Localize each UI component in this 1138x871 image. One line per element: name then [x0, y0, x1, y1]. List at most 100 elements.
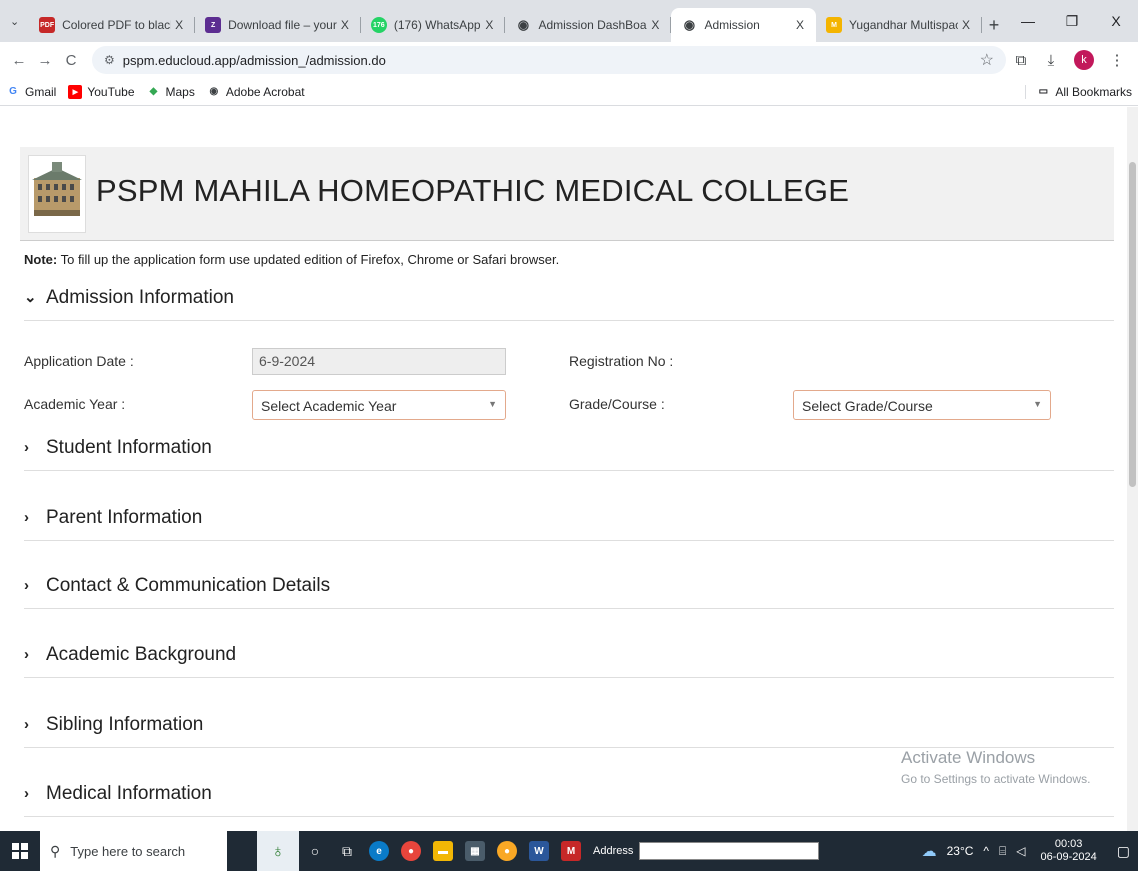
taskbar-file-explorer[interactable]: ▬ [427, 831, 459, 871]
section-sibling-information[interactable]: › Sibling Information [24, 714, 1114, 748]
section-medical-information[interactable]: › Medical Information [24, 783, 1114, 817]
taskbar-mcafee[interactable]: M [555, 831, 587, 871]
close-tab-icon[interactable]: X [481, 18, 497, 32]
window-controls: — ❐ X [1006, 0, 1138, 42]
site-info-icon[interactable]: ⚙ [104, 53, 115, 67]
close-window-button[interactable]: X [1094, 0, 1138, 42]
browser-tab[interactable]: M Yugandhar Multispac X [816, 8, 983, 42]
extensions-icon[interactable]: ⧉ [1006, 46, 1036, 74]
grade-course-selected: Select Grade/Course [802, 398, 933, 414]
chevron-right-icon: › [24, 785, 29, 802]
browser-tab[interactable]: PDF Colored PDF to black X [29, 8, 196, 42]
close-tab-icon[interactable]: X [792, 18, 808, 32]
weather-icon[interactable]: ☁ [922, 842, 937, 860]
taskbar-media[interactable]: ● [491, 831, 523, 871]
windows-start-button[interactable] [0, 831, 40, 871]
section-parent-information[interactable]: › Parent Information [24, 507, 1114, 541]
address-input[interactable] [639, 842, 820, 860]
page-content: PSPM MAHILA HOMEOPATHIC MEDICAL COLLEGE … [0, 107, 1127, 831]
reload-button[interactable]: C [58, 47, 84, 73]
volume-icon[interactable]: ◁ [1016, 844, 1025, 858]
close-tab-icon[interactable]: X [958, 18, 974, 32]
url-text[interactable]: pspm.educloud.app/admission_/admission.d… [123, 53, 980, 68]
network-icon[interactable]: ⌸ [999, 844, 1006, 859]
tab-search-button[interactable]: ⌄ [0, 0, 29, 42]
bookmark-maps[interactable]: ◆ Maps [147, 85, 195, 99]
page-scrollbar[interactable] [1127, 107, 1138, 831]
bookmark-star-icon[interactable]: ☆ [980, 50, 994, 70]
apple-app-icon: ♁ [271, 840, 285, 861]
bookmark-label: Maps [165, 84, 195, 99]
address-bar[interactable]: ⚙ pspm.educloud.app/admission_/admission… [92, 46, 1006, 74]
taskbar-app-apple[interactable]: ♁ [257, 831, 299, 871]
gmail-icon: G [9, 86, 17, 97]
section-title: Medical Information [46, 783, 212, 804]
browser-toolbar: ← → C ⚙ pspm.educloud.app/admission_/adm… [0, 42, 1138, 78]
section-title: Parent Information [46, 507, 203, 528]
taskbar-word[interactable]: W [523, 831, 555, 871]
note-label: Note: [24, 252, 58, 267]
bookmark-youtube[interactable]: ▶ YouTube [68, 84, 135, 99]
browser-tab[interactable]: ◉ Admission DashBoar X [505, 8, 672, 42]
address-label: Address [593, 845, 634, 857]
cortana-icon: ○ [310, 843, 320, 859]
section-academic-background[interactable]: › Academic Background [24, 644, 1114, 678]
new-tab-button[interactable]: + [982, 8, 1006, 42]
menu-icon[interactable]: ⋮ [1102, 46, 1132, 74]
college-name: PSPM MAHILA HOMEOPATHIC MEDICAL COLLEGE [96, 173, 850, 208]
clock[interactable]: 00:03 06-09-2024 [1035, 838, 1101, 864]
watermark-subtitle: Go to Settings to activate Windows. [901, 772, 1091, 786]
search-icon: ⚲ [50, 842, 61, 859]
grade-course-select[interactable]: Select Grade/Course ▼ [793, 390, 1051, 420]
globe-icon: ◉ [683, 17, 696, 32]
download-icon[interactable]: ⤓ [1036, 46, 1066, 74]
section-student-information[interactable]: › Student Information [24, 437, 1114, 471]
note-text: To fill up the application form use upda… [57, 252, 560, 267]
show-hidden-icons[interactable]: ^ [983, 844, 989, 858]
profile-avatar[interactable]: k [1074, 50, 1094, 70]
word-icon: W [529, 841, 549, 861]
section-admission-information[interactable]: ⌄ Admission Information [24, 287, 1114, 321]
application-date-field[interactable]: 6-9-2024 [252, 348, 506, 375]
close-tab-icon[interactable]: X [337, 18, 353, 32]
section-contact-communication[interactable]: › Contact & Communication Details [24, 575, 1114, 609]
taskbar-search-box[interactable]: ⚲ Type here to search [40, 831, 227, 871]
bookmark-adobe-acrobat[interactable]: ◉ Adobe Acrobat [207, 85, 304, 99]
restore-button[interactable]: ❐ [1050, 0, 1094, 42]
whatsapp-icon: 176 [370, 17, 387, 33]
browser-tab-active[interactable]: ◉ Admission X [671, 8, 817, 42]
globe-icon: ◉ [209, 86, 219, 97]
taskbar-chrome[interactable]: ● [395, 831, 427, 871]
forward-button[interactable]: → [32, 47, 58, 73]
minimize-button[interactable]: — [1006, 0, 1050, 42]
task-view-button[interactable]: ⧉ [331, 831, 363, 871]
chevron-right-icon: › [24, 439, 29, 456]
weather-temp[interactable]: 23°C [947, 844, 974, 858]
tab-title: Yugandhar Multispac [849, 18, 959, 32]
chevron-right-icon: › [24, 646, 29, 663]
scrollbar-thumb[interactable] [1129, 162, 1136, 487]
college-logo [28, 155, 86, 233]
dropdown-arrow-icon: ▼ [488, 399, 497, 409]
back-button[interactable]: ← [6, 47, 32, 73]
browser-tab[interactable]: Z Download file – your X [195, 8, 361, 42]
notifications-icon[interactable]: ▢ [1117, 843, 1130, 860]
all-bookmarks-button[interactable]: ▭ All Bookmarks [1025, 84, 1132, 99]
activate-windows-watermark: Activate Windows Go to Settings to activ… [901, 748, 1090, 786]
academic-year-select[interactable]: Select Academic Year ▼ [252, 390, 506, 420]
cortana-button[interactable]: ○ [299, 831, 331, 871]
clock-date: 06-09-2024 [1040, 851, 1097, 863]
close-tab-icon[interactable]: X [647, 18, 663, 32]
close-tab-icon[interactable]: X [171, 18, 187, 32]
taskbar-calculator[interactable]: ▦ [459, 831, 491, 871]
college-header: PSPM MAHILA HOMEOPATHIC MEDICAL COLLEGE [20, 147, 1114, 241]
tab-title: Colored PDF to black [62, 18, 172, 32]
taskbar-edge[interactable]: e [363, 831, 395, 871]
all-bookmarks-label: All Bookmarks [1055, 84, 1132, 99]
windows-taskbar: ⚲ Type here to search ♁ ○ ⧉ e ● ▬ ▦ ● W … [0, 831, 1138, 871]
bookmark-gmail[interactable]: G Gmail [6, 85, 56, 99]
chrome-icon: ● [401, 841, 421, 861]
clock-time: 00:03 [1054, 838, 1083, 850]
task-view-icon: ⧉ [342, 842, 352, 859]
browser-tab[interactable]: 176 (176) WhatsApp X [361, 8, 506, 42]
